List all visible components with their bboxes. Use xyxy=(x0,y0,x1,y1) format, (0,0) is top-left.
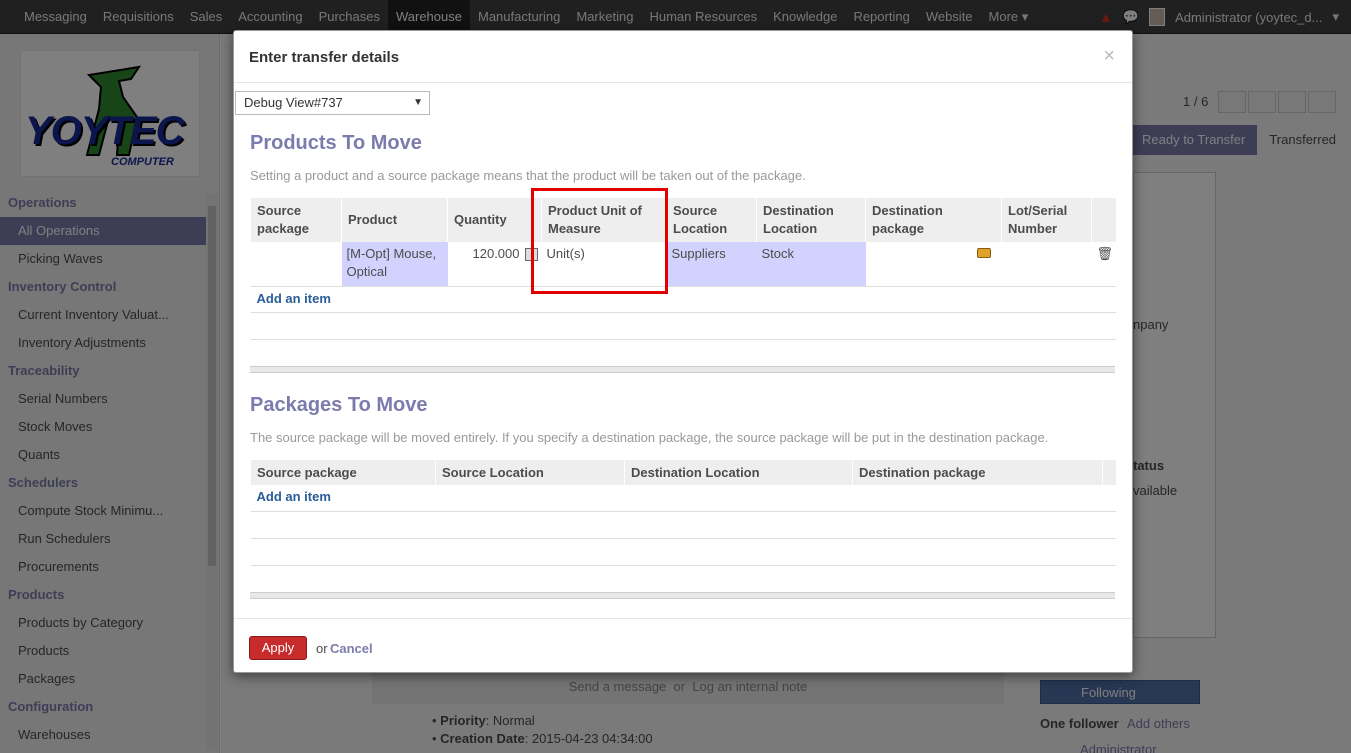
cell-lot[interactable] xyxy=(1001,242,1092,287)
products-table-footer xyxy=(250,366,1115,373)
debug-view-value: Debug View#737 xyxy=(244,95,343,110)
col-actions xyxy=(1091,198,1116,242)
empty-cell xyxy=(250,538,1116,566)
dialog-footer: Apply or Cancel xyxy=(234,618,1132,674)
products-table: Source package Product Quantity Product … xyxy=(250,198,1116,340)
dropdown-caret-icon: ▼ xyxy=(413,97,423,108)
products-help-text: Setting a product and a source package m… xyxy=(250,168,806,183)
col-source-location[interactable]: Source Location xyxy=(666,198,757,242)
cell-destination-location[interactable]: Stock xyxy=(756,242,866,287)
apply-button[interactable]: Apply xyxy=(249,636,307,660)
pkg-col-source-package[interactable]: Source package xyxy=(250,460,436,485)
cell-destination-package[interactable] xyxy=(865,242,1002,287)
empty-row xyxy=(250,511,1116,539)
pkg-col-destination-location[interactable]: Destination Location xyxy=(624,460,853,485)
dialog-header: Enter transfer details × xyxy=(234,31,1132,83)
cell-source-location[interactable]: Suppliers xyxy=(666,242,757,287)
quantity-value: 120.000 xyxy=(472,246,520,261)
debug-view-select[interactable]: Debug View#737 ▼ xyxy=(235,91,430,115)
col-source-package[interactable]: Source package xyxy=(250,198,342,242)
add-item-row: Add an item xyxy=(250,485,1116,512)
close-icon[interactable]: × xyxy=(1103,45,1115,68)
package-icon[interactable] xyxy=(976,248,991,258)
products-header-row: Source package Product Quantity Product … xyxy=(250,198,1116,242)
add-item-row: Add an item xyxy=(250,286,1116,313)
col-quantity[interactable]: Quantity xyxy=(447,198,542,242)
cell-source-package[interactable] xyxy=(250,242,342,287)
empty-cell xyxy=(250,511,1116,539)
pkg-col-actions xyxy=(1102,460,1116,485)
products-section-title: Products To Move xyxy=(250,132,422,154)
col-product[interactable]: Product xyxy=(341,198,448,242)
cell-product[interactable]: [M-Opt] Mouse, Optical xyxy=(341,242,448,287)
add-product-item-link[interactable]: Add an item xyxy=(257,291,331,306)
pkg-col-destination-package[interactable]: Destination package xyxy=(852,460,1103,485)
packages-help-text: The source package will be moved entirel… xyxy=(250,430,1049,445)
cancel-link[interactable]: Cancel xyxy=(330,641,373,656)
transfer-dialog: Enter transfer details × Debug View#737 … xyxy=(233,30,1133,673)
empty-cell xyxy=(250,312,1116,340)
col-lot-serial[interactable]: Lot/Serial Number xyxy=(1001,198,1092,242)
pkg-col-source-location[interactable]: Source Location xyxy=(435,460,625,485)
packages-section-title: Packages To Move xyxy=(250,394,428,416)
packages-header-row: Source package Source Location Destinati… xyxy=(250,460,1116,485)
annotation-highlight xyxy=(531,188,668,294)
table-row[interactable]: [M-Opt] Mouse, Optical 120.000 Unit(s) S… xyxy=(250,242,1116,287)
packages-table-footer xyxy=(250,592,1115,599)
dialog-title: Enter transfer details xyxy=(249,49,400,66)
packages-table: Source package Source Location Destinati… xyxy=(250,460,1116,566)
cell-quantity[interactable]: 120.000 xyxy=(447,242,542,287)
col-destination-location[interactable]: Destination Location xyxy=(756,198,866,242)
add-package-item-link[interactable]: Add an item xyxy=(257,489,331,504)
col-destination-package[interactable]: Destination package xyxy=(865,198,1002,242)
empty-row xyxy=(250,312,1116,340)
footer-or: or xyxy=(316,641,328,656)
trash-icon[interactable]: 🗑 xyxy=(1091,242,1116,287)
empty-row xyxy=(250,538,1116,566)
